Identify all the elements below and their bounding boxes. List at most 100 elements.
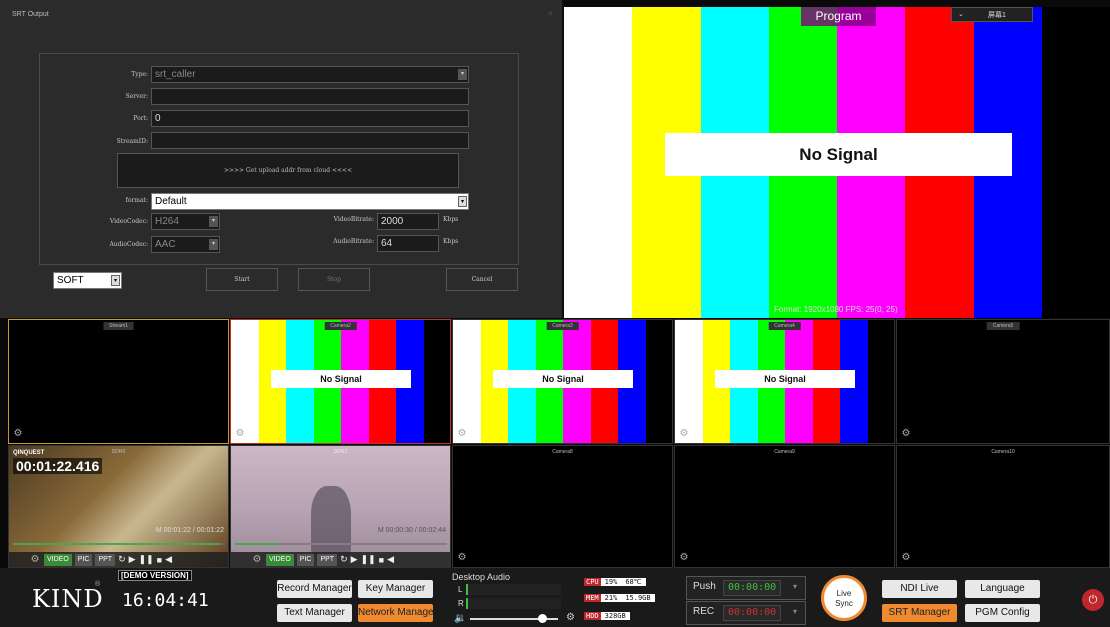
- play-icon[interactable]: ▶: [351, 554, 358, 565]
- tile-stream1[interactable]: Stream1 ⚙: [8, 319, 229, 444]
- type-select[interactable]: srt_caller ▾: [151, 66, 469, 83]
- key-manager-button[interactable]: Key Manager: [358, 580, 433, 598]
- audiocodec-label: AudioCodec:: [109, 241, 148, 248]
- watermark: QINQUEST: [13, 450, 45, 456]
- gear-icon[interactable]: ⚙: [234, 428, 246, 440]
- srt-output-dialog: SRT Output × Type: srt_caller ▾ Server: P…: [0, 0, 563, 318]
- program-title: Program: [801, 7, 876, 26]
- gear-icon[interactable]: ⚙: [566, 612, 575, 623]
- videocodec-select[interactable]: H264 ▾: [151, 213, 220, 230]
- chevron-down-icon: ▾: [111, 275, 120, 286]
- tile-label: Camera10: [991, 449, 1015, 455]
- gear-icon[interactable]: ⚙: [251, 554, 263, 566]
- gear-icon[interactable]: ⚙: [12, 428, 24, 440]
- tile-label: DDR7: [333, 449, 348, 455]
- tile-camera4[interactable]: Camera4 No Signal ⚙: [674, 319, 895, 444]
- gear-icon[interactable]: ⚙: [456, 428, 468, 440]
- ndi-live-button[interactable]: NDI Live: [882, 580, 957, 598]
- server-input[interactable]: [151, 88, 469, 105]
- no-signal-banner: No Signal: [665, 133, 1012, 176]
- gear-icon[interactable]: ⚙: [29, 554, 41, 566]
- timecode: 00:01:22.416: [13, 458, 103, 474]
- network-manager-button[interactable]: Network Manage: [358, 604, 433, 622]
- hdd-stat: HDD 328GB: [584, 612, 630, 620]
- language-button[interactable]: Language: [965, 580, 1040, 598]
- srt-manager-button[interactable]: SRT Manager: [882, 604, 957, 622]
- color-bar: [231, 320, 259, 443]
- videobitrate-input[interactable]: 2000: [377, 213, 439, 230]
- cpu-temp: 68℃: [621, 578, 646, 586]
- stop-button[interactable]: Stop: [298, 268, 370, 291]
- gear-icon[interactable]: ⚙: [900, 428, 912, 440]
- no-signal-banner: No Signal: [271, 370, 411, 388]
- pgm-config-button[interactable]: PGM Config: [965, 604, 1040, 622]
- progress-track[interactable]: [13, 543, 225, 545]
- tile-ddr6[interactable]: DDR6 QINQUEST 00:01:22.416 M 00:01:22 / …: [8, 445, 229, 568]
- tile-label: DDR6: [111, 449, 126, 455]
- videocodec-label: VideoCodec:: [109, 218, 148, 225]
- audiocodec-select[interactable]: AAC ▾: [151, 236, 220, 253]
- gear-icon[interactable]: ⚙: [678, 428, 690, 440]
- demo-version-label: [DEMO VERSION]: [118, 570, 192, 581]
- videocodec-value: H264: [155, 216, 179, 227]
- audiobitrate-input[interactable]: 64: [377, 235, 439, 252]
- color-bar: [675, 320, 703, 443]
- format-select[interactable]: Default ▾: [151, 193, 469, 210]
- chevron-down-icon[interactable]: ▾: [793, 607, 797, 616]
- progress-track[interactable]: [235, 543, 447, 545]
- video-mode-button[interactable]: VIDEO: [44, 553, 72, 566]
- loop-icon[interactable]: ↻: [340, 554, 348, 565]
- screen-select[interactable]: ⌄ 屏幕1: [951, 7, 1033, 22]
- volume-slider-handle[interactable]: [538, 614, 547, 623]
- start-button[interactable]: Start: [206, 268, 278, 291]
- pic-mode-button[interactable]: PIC: [296, 553, 315, 566]
- push-control[interactable]: Push 00:00:00 ▾: [686, 576, 806, 600]
- pause-icon[interactable]: ❚❚: [361, 554, 376, 565]
- tile-camera5[interactable]: Camera5 ⚙: [896, 319, 1110, 444]
- tile-camera9[interactable]: Camera9 ⚙: [674, 445, 895, 568]
- power-icon[interactable]: ⏻: [1082, 589, 1104, 611]
- audiobitrate-label: AudioBitrate:: [333, 238, 374, 245]
- tile-camera8[interactable]: Camera8 ⚙: [452, 445, 673, 568]
- record-manager-button[interactable]: Record Manager: [277, 580, 352, 598]
- color-bar: [1041, 7, 1110, 318]
- cpu-stat: CPU 19% 68℃: [584, 578, 646, 586]
- tile-ddr7[interactable]: DDR7 M 00:00:30 / 00:02:44 ⚙ VIDEO PIC P…: [230, 445, 451, 568]
- gear-icon[interactable]: ⚙: [678, 552, 690, 564]
- tile-label: Camera5: [986, 322, 1020, 330]
- chevron-down-icon[interactable]: ▾: [793, 582, 797, 591]
- registered-mark: ®: [95, 581, 101, 588]
- rec-control[interactable]: REC 00:00:00 ▾: [686, 601, 806, 625]
- stop-icon[interactable]: ■: [379, 555, 384, 565]
- tile-camera3[interactable]: Camera3 No Signal ⚙: [452, 319, 673, 444]
- push-label: Push: [693, 581, 716, 592]
- tile-camera10[interactable]: Camera10 ⚙: [896, 445, 1110, 568]
- play-icon[interactable]: ▶: [129, 554, 136, 565]
- stop-icon[interactable]: ■: [157, 555, 162, 565]
- streamid-input[interactable]: [151, 132, 469, 149]
- ppt-mode-button[interactable]: PPT: [317, 553, 338, 566]
- pause-icon[interactable]: ❚❚: [139, 554, 154, 565]
- ppt-mode-button[interactable]: PPT: [95, 553, 116, 566]
- port-input[interactable]: 0: [151, 110, 469, 127]
- encoder-select[interactable]: SOFT ▾: [53, 272, 122, 289]
- close-icon[interactable]: ×: [548, 9, 553, 18]
- gear-icon[interactable]: ⚙: [900, 552, 912, 564]
- get-upload-addr-button[interactable]: >>>> Get upload addr from cloud <<<<: [117, 153, 459, 188]
- pic-mode-button[interactable]: PIC: [74, 553, 93, 566]
- loop-icon[interactable]: ↻: [118, 554, 126, 565]
- live-sync-button[interactable]: Live Sync: [821, 575, 867, 621]
- format-value: Default: [155, 196, 187, 207]
- gear-icon[interactable]: ⚙: [456, 552, 468, 564]
- meter-right: [466, 598, 561, 609]
- volume-icon[interactable]: ◀: [387, 554, 394, 565]
- text-manager-button[interactable]: Text Manager: [277, 604, 352, 622]
- mem-size: 15.9GB: [621, 594, 655, 602]
- cancel-button[interactable]: Cancel: [446, 268, 518, 291]
- speaker-icon[interactable]: 🔉: [454, 613, 466, 624]
- videobitrate-label: VideoBitrate:: [333, 216, 374, 223]
- clock: 16:04:41: [122, 590, 209, 611]
- video-mode-button[interactable]: VIDEO: [266, 553, 294, 566]
- tile-camera2[interactable]: Camera2 No Signal ⚙: [230, 319, 451, 444]
- volume-icon[interactable]: ◀: [165, 554, 172, 565]
